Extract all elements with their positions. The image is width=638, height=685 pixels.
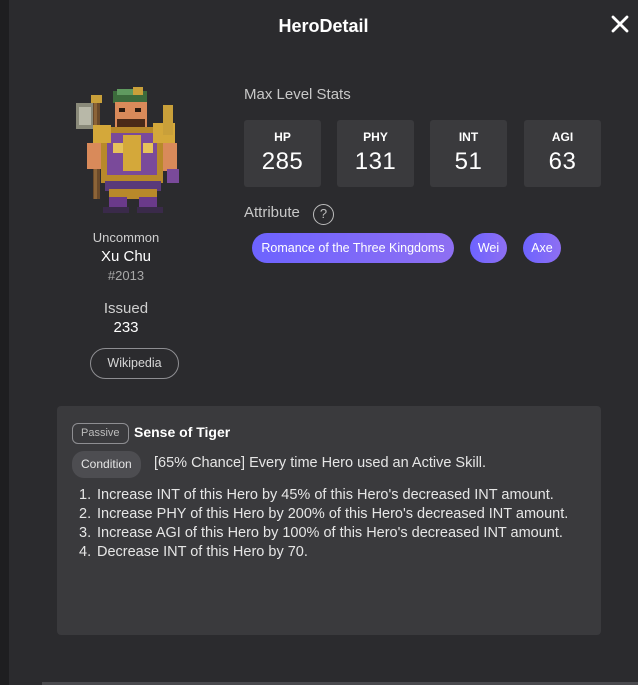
list-item-number: 4. xyxy=(79,544,92,560)
stat-hp: HP 285 xyxy=(244,120,321,187)
skill-card: Passive Sense of Tiger Condition [65% Ch… xyxy=(57,406,601,635)
stat-phy: PHY 131 xyxy=(337,120,414,187)
attribute-label: Attribute xyxy=(244,204,300,221)
list-item-text: Increase AGI of this Hero by 100% of thi… xyxy=(97,525,563,541)
condition-text: [65% Chance] Every time Hero used an Act… xyxy=(154,455,487,471)
stat-agi: AGI 63 xyxy=(524,120,601,187)
stat-key: INT xyxy=(458,130,479,144)
hero-portrait xyxy=(76,87,179,213)
hero-id: #2013 xyxy=(107,268,145,283)
close-icon[interactable] xyxy=(608,12,632,36)
list-item-number: 3. xyxy=(79,525,92,541)
skill-name: Sense of Tiger xyxy=(134,424,231,440)
list-item-number: 1. xyxy=(79,487,92,503)
stat-int: INT 51 xyxy=(430,120,507,187)
attribute-tag-faction-series[interactable]: Romance of the Three Kingdoms xyxy=(252,233,454,263)
issued-label: Issued xyxy=(103,300,149,317)
list-item-text: Increase INT of this Hero by 45% of this… xyxy=(97,487,554,503)
skill-type-badge: Passive xyxy=(72,423,129,444)
hero-rarity: Uncommon xyxy=(92,230,160,245)
condition-badge: Condition xyxy=(72,451,141,478)
attribute-tag-kingdom[interactable]: Wei xyxy=(470,233,507,263)
list-item: 4. Decrease INT of this Hero by 70. xyxy=(79,543,569,562)
list-item: 1. Increase INT of this Hero by 45% of t… xyxy=(79,486,569,505)
attribute-tag-weapon[interactable]: Axe xyxy=(523,233,561,263)
issued-value: 233 xyxy=(113,319,139,336)
stat-value: 131 xyxy=(354,148,397,175)
hero-name: Xu Chu xyxy=(100,248,152,265)
list-item: 3. Increase AGI of this Hero by 100% of … xyxy=(79,524,569,543)
list-item-text: Increase PHY of this Hero by 200% of thi… xyxy=(97,506,569,522)
stat-key: HP xyxy=(274,130,291,144)
modal-title: HeroDetail xyxy=(278,16,369,36)
stat-value: 51 xyxy=(454,148,483,175)
stat-key: AGI xyxy=(551,130,574,144)
list-item-number: 2. xyxy=(79,506,92,522)
skill-effects-list: 1. Increase INT of this Hero by 45% of t… xyxy=(79,486,569,562)
stat-value: 285 xyxy=(261,148,304,175)
backdrop xyxy=(0,0,9,685)
list-item-text: Decrease INT of this Hero by 70. xyxy=(97,544,308,560)
wikipedia-button[interactable]: Wikipedia xyxy=(90,348,179,379)
stat-value: 63 xyxy=(548,148,577,175)
stat-key: PHY xyxy=(363,130,388,144)
list-item: 2. Increase PHY of this Hero by 200% of … xyxy=(79,505,569,524)
max-level-stats-label: Max Level Stats xyxy=(244,86,351,103)
help-circle-icon[interactable]: ? xyxy=(313,204,334,225)
